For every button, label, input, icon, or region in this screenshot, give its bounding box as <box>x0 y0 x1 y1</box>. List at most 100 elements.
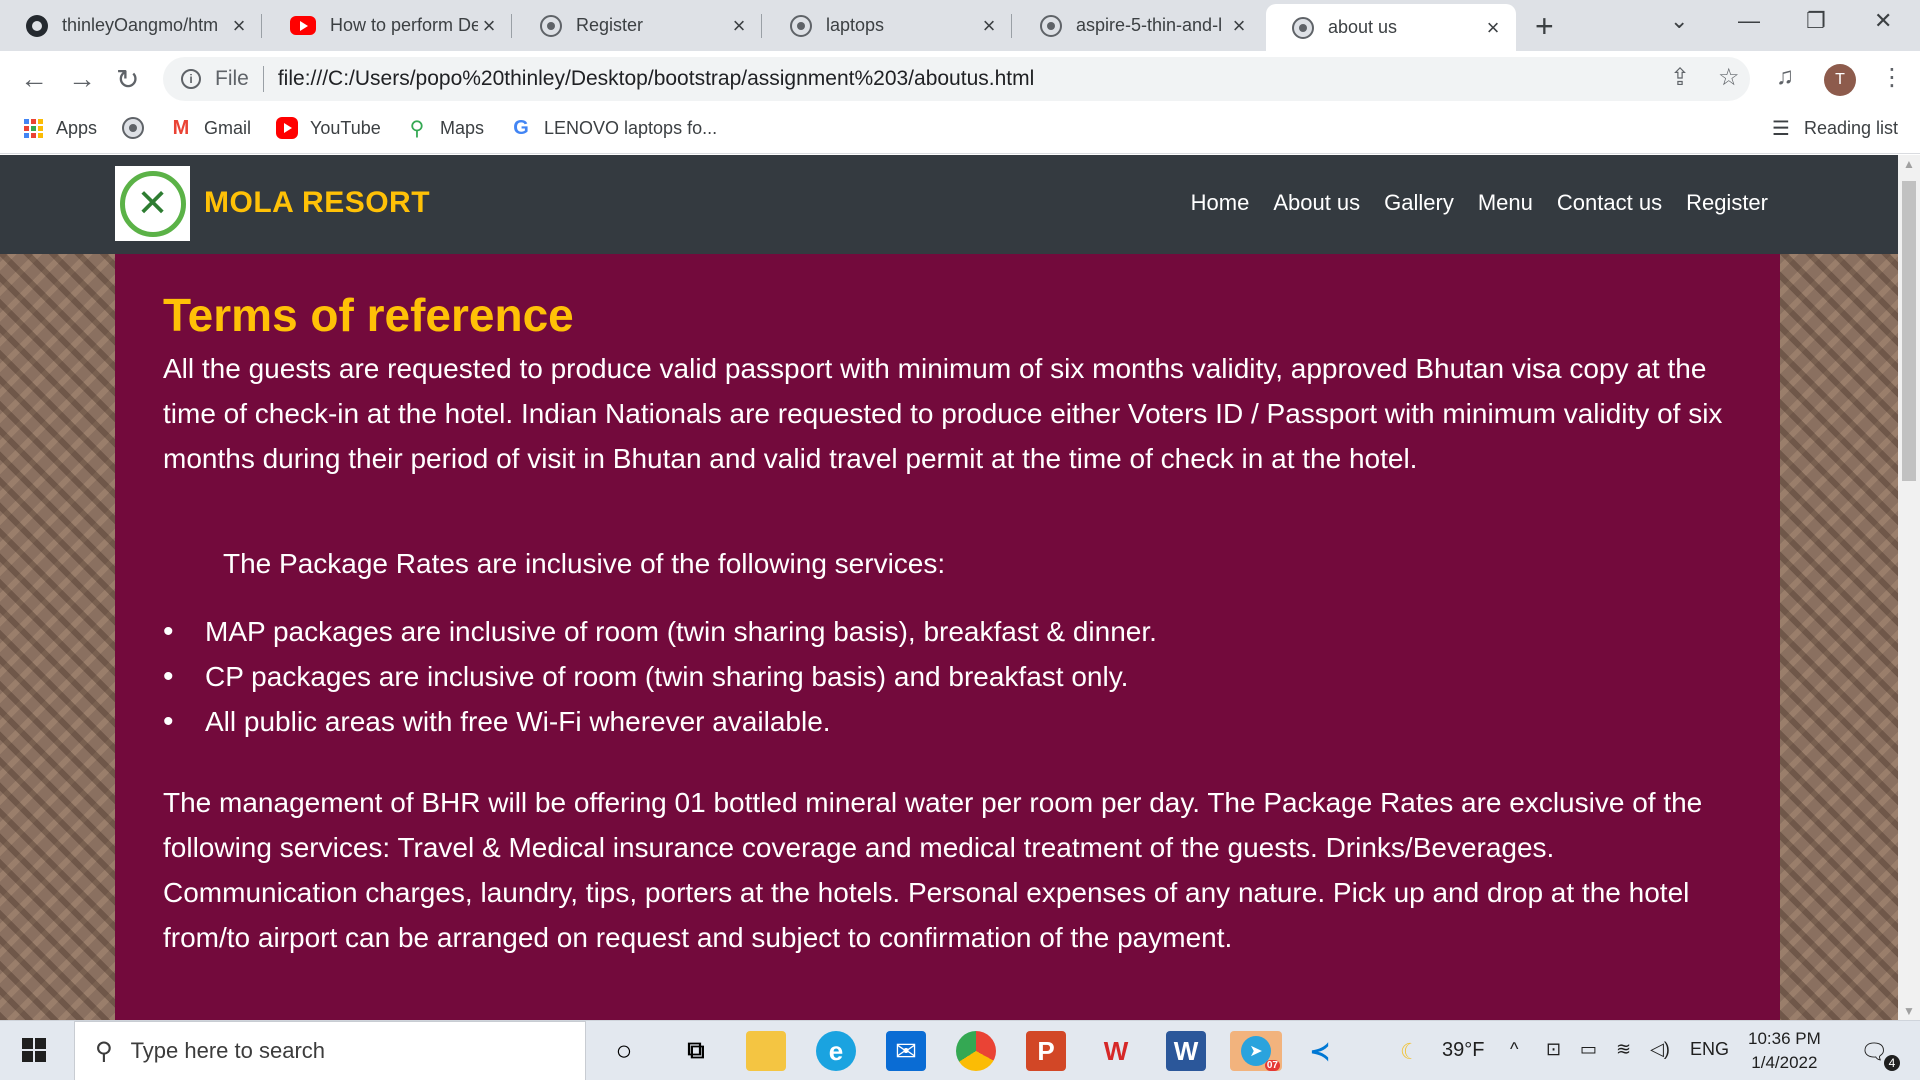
nav-register[interactable]: Register <box>1686 190 1768 216</box>
nav-menu[interactable]: Menu <box>1478 190 1533 216</box>
star-icon[interactable]: ☆ <box>1718 63 1740 92</box>
globe-icon <box>1292 16 1314 39</box>
list-item: MAP packages are inclusive of room (twin… <box>163 609 1732 654</box>
bookmark-label: LENOVO laptops fo... <box>544 117 718 138</box>
page-viewport: ✕ MOLA RESORT Home About us Gallery Menu… <box>0 155 1898 1020</box>
address-bar[interactable]: i File file:///C:/Users/popo%20thinley/D… <box>163 57 1750 101</box>
nav-contact-us[interactable]: Contact us <box>1557 190 1662 216</box>
bookmarks-bar: Apps M Gmail YouTube ⚲ Maps G LENOVO lap… <box>0 107 1920 154</box>
file-explorer-icon[interactable] <box>746 1031 786 1071</box>
media-control-icon[interactable]: ♫ <box>1776 63 1794 91</box>
brand-name[interactable]: MOLA RESORT <box>204 186 430 220</box>
info-icon[interactable]: i <box>181 69 201 89</box>
powerpoint-icon[interactable]: P <box>1026 1031 1066 1071</box>
reading-list-icon: ☰ <box>1772 117 1790 140</box>
menu-icon[interactable]: ⋮ <box>1880 63 1904 92</box>
site-nav-links: Home About us Gallery Menu Contact us Re… <box>1191 190 1768 216</box>
outro-paragraph: The management of BHR will be offering 0… <box>163 787 1703 953</box>
bookmark-label: Maps <box>440 117 485 138</box>
taskbar-clock[interactable]: 10:36 PM 1/4/2022 <box>1748 1027 1821 1075</box>
word-icon[interactable]: W <box>1166 1031 1206 1071</box>
tab-laptops[interactable]: laptops × <box>764 0 1012 51</box>
tab-title: How to perform De <box>330 15 478 35</box>
scroll-up-icon[interactable]: ▲ <box>1903 157 1915 171</box>
task-view-icon[interactable]: ⧉ <box>676 1031 716 1071</box>
page-scrollbar[interactable]: ▲ ▼ <box>1898 155 1920 1020</box>
weather-temp[interactable]: 39°F <box>1442 1039 1484 1062</box>
volume-icon[interactable]: ◁) <box>1650 1039 1670 1060</box>
url-text[interactable]: file:///C:/Users/popo%20thinley/Desktop/… <box>278 67 1034 91</box>
google-icon: G <box>513 116 529 139</box>
taskbar-search[interactable]: ⚲ Type here to search <box>74 1021 586 1080</box>
youtube-icon <box>276 117 298 139</box>
nav-gallery[interactable]: Gallery <box>1384 190 1454 216</box>
mail-icon[interactable]: ✉ <box>886 1031 926 1071</box>
resort-logo[interactable]: ✕ <box>115 166 190 241</box>
bookmark-gmail[interactable]: M Gmail <box>170 117 251 139</box>
chevron-up-icon[interactable]: ^ <box>1510 1039 1518 1060</box>
cortana-icon[interactable]: ○ <box>604 1031 644 1071</box>
bookmark-youtube[interactable]: YouTube <box>276 117 381 139</box>
share-icon[interactable]: ⇪ <box>1670 63 1690 92</box>
reading-list[interactable]: ☰ Reading list <box>1770 117 1898 140</box>
bookmark-lenovo[interactable]: G LENOVO laptops fo... <box>510 117 717 139</box>
bookmark-apps[interactable]: Apps <box>22 117 97 139</box>
globe-icon <box>790 14 812 37</box>
clock-date: 1/4/2022 <box>1751 1053 1818 1072</box>
tab-youtube[interactable]: How to perform De × <box>264 0 512 51</box>
close-window-icon[interactable]: ✕ <box>1874 8 1892 34</box>
weather-moon-icon[interactable]: ☾ <box>1400 1039 1420 1065</box>
nav-about-us[interactable]: About us <box>1273 190 1360 216</box>
tab-title: thinleyOangmo/htm <box>62 15 219 35</box>
terms-content: Terms of reference All the guests are re… <box>115 254 1780 1020</box>
wifi-icon[interactable]: ≋ <box>1616 1039 1631 1060</box>
clock-time: 10:36 PM <box>1748 1029 1821 1048</box>
tab-register[interactable]: Register × <box>514 0 762 51</box>
back-icon[interactable]: ← <box>20 63 48 95</box>
close-icon[interactable]: × <box>978 13 1000 39</box>
page-title: Terms of reference <box>163 289 574 341</box>
tab-about-us[interactable]: about us × <box>1266 4 1516 51</box>
restore-icon[interactable]: ❐ <box>1806 8 1826 34</box>
scroll-down-icon[interactable]: ▼ <box>1903 1004 1915 1018</box>
tab-title: aspire-5-thin-and-l <box>1076 15 1223 35</box>
close-icon[interactable]: × <box>728 13 750 39</box>
forward-icon[interactable]: → <box>68 63 96 95</box>
tab-title: about us <box>1328 17 1398 37</box>
url-scheme: File <box>215 67 249 90</box>
close-icon[interactable]: × <box>1228 13 1250 39</box>
bookmark-maps[interactable]: ⚲ Maps <box>406 117 485 140</box>
reload-icon[interactable]: ↻ <box>116 63 139 96</box>
site-navbar: ✕ MOLA RESORT Home About us Gallery Menu… <box>0 155 1898 254</box>
browser-toolbar: ← → ↻ i File file:///C:/Users/popo%20thi… <box>0 51 1920 107</box>
wps-icon[interactable]: W <box>1096 1031 1136 1071</box>
close-icon[interactable]: × <box>478 13 500 39</box>
tab-separator <box>511 14 512 38</box>
meet-now-icon[interactable]: ⊡ <box>1546 1039 1561 1060</box>
divider <box>262 66 264 92</box>
globe-icon <box>1040 14 1062 37</box>
close-icon[interactable]: × <box>1482 15 1504 41</box>
nav-home[interactable]: Home <box>1191 190 1250 216</box>
minimize-icon[interactable]: — <box>1738 8 1760 34</box>
new-tab-button[interactable]: + <box>1535 8 1554 45</box>
search-placeholder: Type here to search <box>130 1038 326 1063</box>
bookmark-globe[interactable] <box>122 117 156 139</box>
notification-count: 4 <box>1884 1055 1900 1071</box>
close-icon[interactable]: × <box>228 13 250 39</box>
language-indicator[interactable]: ENG <box>1690 1039 1729 1060</box>
tab-aspire[interactable]: aspire-5-thin-and-l × <box>1014 0 1262 51</box>
bookmark-label: Gmail <box>204 117 252 138</box>
tab-github[interactable]: thinleyOangmo/htm × <box>0 0 262 51</box>
vscode-icon[interactable]: ≺ <box>1300 1031 1340 1071</box>
windows-start-icon[interactable] <box>22 1038 46 1062</box>
telegram-badge: 07 <box>1264 1060 1280 1071</box>
battery-icon[interactable]: ▭ <box>1580 1039 1597 1060</box>
chrome-icon[interactable] <box>956 1031 996 1071</box>
scroll-thumb[interactable] <box>1902 181 1916 481</box>
telegram-icon[interactable]: ➤ 07 <box>1230 1031 1282 1071</box>
profile-avatar[interactable]: T <box>1824 64 1856 96</box>
tab-search-icon[interactable]: ⌄ <box>1670 8 1688 34</box>
bookmark-label: Apps <box>56 117 98 138</box>
edge-icon[interactable]: e <box>816 1031 856 1071</box>
